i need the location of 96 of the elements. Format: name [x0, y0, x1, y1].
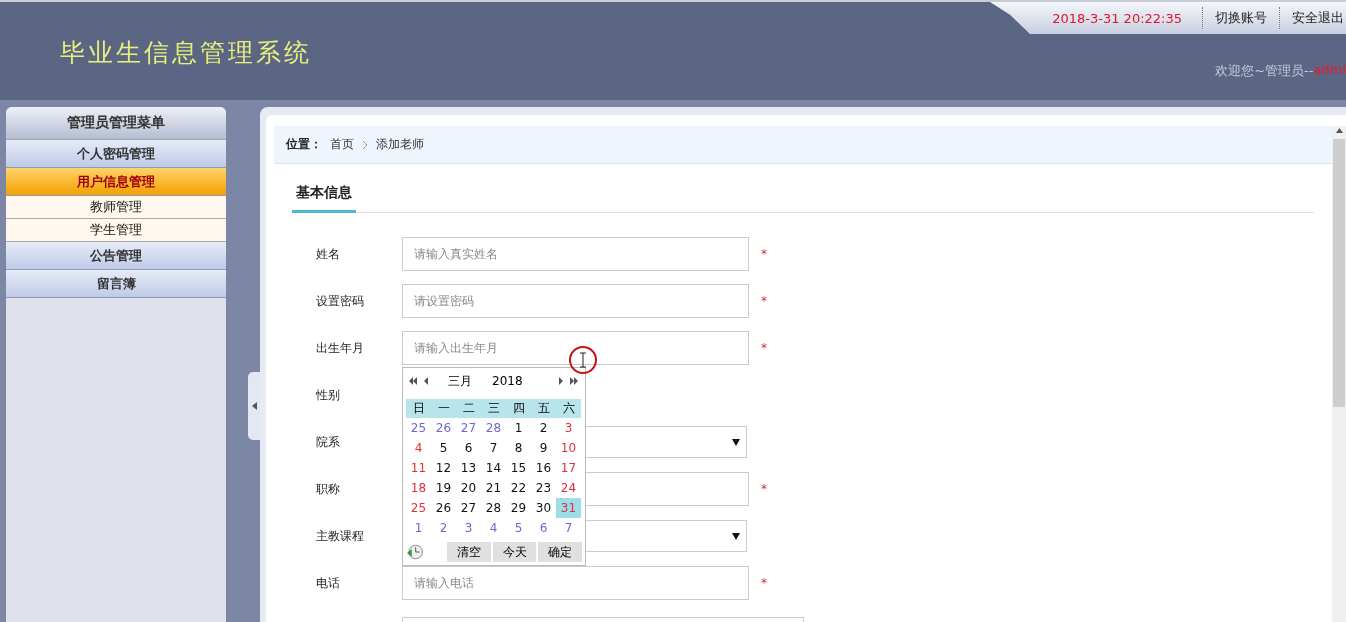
text-cursor-icon	[568, 345, 598, 375]
calendar-day[interactable]: 27	[456, 498, 481, 518]
menu-item[interactable]: 用户信息管理	[6, 168, 226, 196]
menu-item[interactable]: 公告管理	[6, 242, 226, 270]
calendar-day[interactable]: 23	[531, 478, 556, 498]
header-link[interactable]: 切换账号	[1202, 7, 1279, 29]
calendar-day[interactable]: 8	[506, 438, 531, 458]
calendar-button[interactable]: 确定	[538, 542, 582, 562]
required-mark: *	[761, 294, 767, 308]
calendar-day[interactable]: 15	[506, 458, 531, 478]
calendar-day[interactable]: 4	[481, 518, 506, 538]
datetime: 2018-3-31 20:22:35	[1052, 10, 1183, 26]
field-label: 电话	[316, 574, 341, 592]
submenu-item[interactable]: 学生管理	[6, 219, 226, 242]
field-label: 设置密码	[316, 292, 365, 310]
caret-left-icon	[251, 402, 257, 410]
required-mark: *	[761, 341, 767, 355]
calendar-day[interactable]: 25	[406, 418, 431, 438]
calendar-day[interactable]: 27	[456, 418, 481, 438]
calendar-day[interactable]: 18	[406, 478, 431, 498]
calendar-day[interactable]: 24	[556, 478, 581, 498]
calendar-day[interactable]: 9	[531, 438, 556, 458]
welcome-text: 欢迎您~管理员--	[1215, 62, 1314, 80]
username: admi	[1313, 62, 1346, 79]
calendar-day[interactable]: 5	[431, 438, 456, 458]
calendar-day[interactable]: 7	[556, 518, 581, 538]
calendar-day[interactable]: 7	[481, 438, 506, 458]
calendar-day[interactable]: 4	[406, 438, 431, 458]
calendar-day[interactable]: 13	[456, 458, 481, 478]
calendar-day[interactable]: 6	[531, 518, 556, 538]
scroll-up-icon[interactable]	[1335, 128, 1343, 133]
calendar-day[interactable]: 22	[506, 478, 531, 498]
input-field[interactable]: 请设置密码	[402, 284, 749, 318]
scrollbar[interactable]	[1332, 126, 1346, 622]
weekday-header: 四	[506, 399, 531, 418]
header-link[interactable]: 安全退出	[1279, 7, 1346, 29]
calendar-button[interactable]: 清空	[447, 542, 491, 562]
menu-item[interactable]: 留言簿	[6, 270, 226, 298]
collapse-handle[interactable]	[248, 372, 260, 440]
year-label[interactable]: 2018	[492, 374, 523, 388]
calendar-day[interactable]: 26	[431, 498, 456, 518]
weekday-header: 三	[481, 399, 506, 418]
field-label: 出生年月	[316, 339, 365, 357]
field-label: 职称	[316, 480, 341, 498]
calendar-day[interactable]: 25	[406, 498, 431, 518]
month-label[interactable]: 三月	[448, 372, 472, 390]
calendar-day[interactable]: 11	[406, 458, 431, 478]
breadcrumb-link[interactable]: 添加老师	[376, 136, 424, 153]
calendar-day[interactable]: 29	[506, 498, 531, 518]
breadcrumb-link[interactable]: 首页	[330, 136, 354, 153]
calendar-day[interactable]: 6	[456, 438, 481, 458]
calendar-day[interactable]: 26	[431, 418, 456, 438]
section-tab[interactable]: 基本信息	[292, 181, 356, 213]
required-mark: *	[761, 482, 767, 496]
calendar-day[interactable]: 16	[531, 458, 556, 478]
calendar-day[interactable]: 17	[556, 458, 581, 478]
field-label: 院系	[316, 433, 341, 451]
calendar-day[interactable]: 14	[481, 458, 506, 478]
field-label: 性别	[316, 386, 341, 404]
clock-icon[interactable]	[406, 544, 424, 560]
calendar-day[interactable]: 2	[431, 518, 456, 538]
submenu-item[interactable]: 教师管理	[6, 196, 226, 219]
input-field[interactable]: 请输入出生年月	[402, 331, 749, 365]
calendar-day[interactable]: 28	[481, 498, 506, 518]
app-title: 毕业生信息管理系统	[59, 37, 312, 69]
calendar-day[interactable]: 5	[506, 518, 531, 538]
field-label: 姓名	[316, 245, 341, 263]
menu-item[interactable]: 个人密码管理	[6, 140, 226, 168]
calendar-day[interactable]: 21	[481, 478, 506, 498]
input-field[interactable]: 请输入真实姓名	[402, 237, 749, 271]
breadcrumb-label: 位置：	[286, 136, 322, 153]
input-field[interactable]: 请输入电话	[402, 566, 749, 600]
calendar-day[interactable]: 19	[431, 478, 456, 498]
dropdown-arrow-icon	[732, 532, 740, 540]
calendar-day[interactable]: 3	[556, 418, 581, 438]
weekday-header: 日	[406, 399, 431, 418]
calendar-day[interactable]: 2	[531, 418, 556, 438]
field-label: 主教课程	[316, 527, 365, 545]
calendar-day[interactable]: 20	[456, 478, 481, 498]
calendar-day[interactable]: 28	[481, 418, 506, 438]
calendar-day[interactable]: 1	[506, 418, 531, 438]
weekday-header: 二	[456, 399, 481, 418]
required-mark: *	[761, 247, 767, 261]
weekday-header: 五	[531, 399, 556, 418]
calendar-day[interactable]: 12	[431, 458, 456, 478]
dropdown-arrow-icon	[732, 438, 740, 446]
sidebar-title: 管理员管理菜单	[6, 107, 226, 140]
calendar-day[interactable]: 3	[456, 518, 481, 538]
calendar-day[interactable]: 10	[556, 438, 581, 458]
weekday-header: 一	[431, 399, 456, 418]
weekday-header: 六	[556, 399, 581, 418]
calendar-button[interactable]: 今天	[492, 542, 537, 562]
required-mark: *	[761, 576, 767, 590]
chevron-icon	[362, 140, 368, 149]
calendar-day[interactable]: 30	[531, 498, 556, 518]
calendar-day[interactable]: 1	[406, 518, 431, 538]
